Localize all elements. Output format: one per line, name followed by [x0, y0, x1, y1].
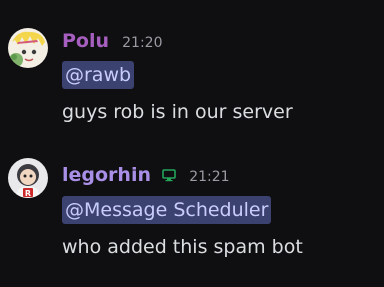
- message-header: Polu 21:20: [62, 30, 162, 56]
- message-header: legorhin 21:21: [62, 164, 230, 190]
- mention-tag[interactable]: @Message Scheduler: [62, 196, 272, 224]
- author-name[interactable]: Polu: [62, 30, 109, 52]
- author-name[interactable]: legorhin: [62, 164, 151, 186]
- message-text: who added this spam bot: [62, 236, 303, 258]
- mention-tag[interactable]: @rawb: [62, 61, 135, 89]
- legorhin-avatar-icon[interactable]: R: [8, 158, 48, 198]
- desktop-online-icon: [162, 167, 176, 182]
- svg-text:R: R: [25, 189, 31, 198]
- message-text: guys rob is in our server: [62, 101, 293, 123]
- polu-avatar-icon[interactable]: [8, 28, 48, 68]
- timestamp: 21:21: [189, 169, 230, 185]
- timestamp: 21:20: [122, 35, 163, 51]
